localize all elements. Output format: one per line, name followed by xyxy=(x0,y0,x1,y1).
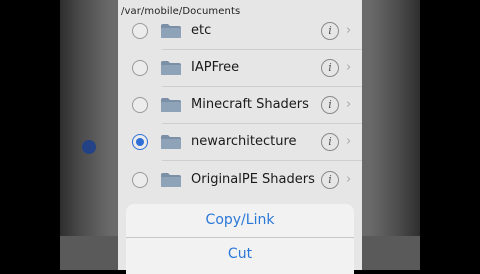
info-icon[interactable]: i xyxy=(321,133,339,151)
info-icon[interactable]: i xyxy=(321,22,339,40)
chevron-right-icon: › xyxy=(346,23,352,38)
chevron-right-icon: › xyxy=(346,60,352,75)
folder-icon xyxy=(161,173,181,187)
file-row-etc[interactable]: etc i › xyxy=(118,12,362,50)
select-radio[interactable] xyxy=(132,172,148,188)
file-name: etc xyxy=(191,23,212,38)
select-radio[interactable] xyxy=(132,60,148,76)
file-row-newarchitecture[interactable]: newarchitecture i › xyxy=(118,123,362,161)
selected-radio[interactable] xyxy=(132,134,148,150)
cut-button[interactable]: Cut xyxy=(126,238,354,271)
file-name: Minecraft Shaders xyxy=(191,97,309,112)
chevron-right-icon: › xyxy=(346,134,352,149)
file-name: IAPFree xyxy=(191,60,240,75)
file-row-iapfree[interactable]: IAPFree i › xyxy=(118,49,362,87)
folder-icon xyxy=(161,24,181,38)
file-name: newarchitecture xyxy=(191,134,297,149)
file-row-originalpe-shaders[interactable]: OriginalPE Shaders i › xyxy=(118,161,362,199)
copy-link-button[interactable]: Copy/Link xyxy=(126,204,354,237)
chevron-right-icon: › xyxy=(346,172,352,187)
info-icon[interactable]: i xyxy=(321,59,339,77)
folder-icon xyxy=(161,61,181,75)
action-sheet: Copy/Link Cut xyxy=(126,204,354,274)
folder-icon xyxy=(161,98,181,112)
folder-icon xyxy=(161,135,181,149)
select-radio[interactable] xyxy=(132,97,148,113)
info-icon[interactable]: i xyxy=(321,96,339,114)
chevron-right-icon: › xyxy=(346,97,352,112)
select-radio[interactable] xyxy=(132,23,148,39)
file-row-minecraft-shaders[interactable]: Minecraft Shaders i › xyxy=(118,86,362,124)
info-icon[interactable]: i xyxy=(321,171,339,189)
blurred-radio-dot xyxy=(82,140,96,154)
file-name: OriginalPE Shaders xyxy=(191,172,315,187)
